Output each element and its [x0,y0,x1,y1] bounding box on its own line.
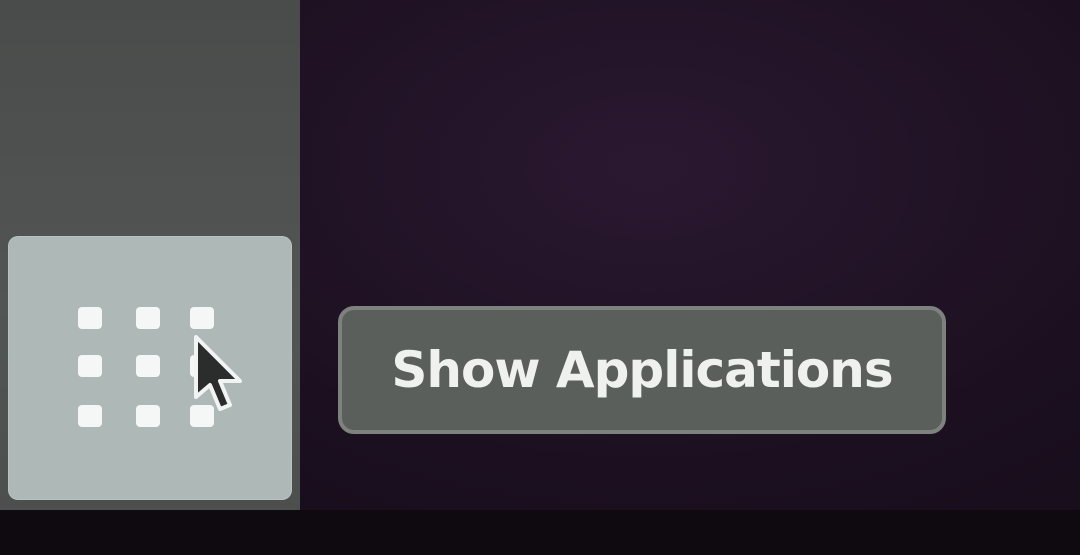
tooltip: Show Applications [338,306,946,434]
grid-dot [136,307,160,329]
desktop: Show Applications [0,0,1080,555]
grid-dot [78,355,102,377]
grid-dot [78,405,102,427]
mouse-pointer-icon [194,335,242,411]
grid-dot [78,307,102,329]
grid-dot [190,307,214,329]
screen-bottom-edge [0,510,1080,555]
grid-dot [136,355,160,377]
grid-dot [136,405,160,427]
tooltip-label: Show Applications [391,341,893,399]
